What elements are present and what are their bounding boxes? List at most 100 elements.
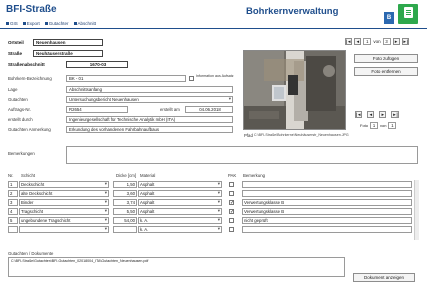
menu-bar: GIS Export Gutachter Abschnitt bbox=[6, 21, 96, 26]
info-checkbox[interactable] bbox=[189, 76, 194, 81]
photo-current-field[interactable]: 1 bbox=[370, 122, 379, 129]
pak-checkbox[interactable] bbox=[229, 191, 234, 196]
erstellt-field[interactable]: Ingenieurgesellschaft für Technische Ana… bbox=[66, 116, 233, 123]
cell-schicht[interactable]: Deckschicht bbox=[19, 181, 109, 188]
cell-dicke[interactable]: 3,74 bbox=[113, 199, 137, 206]
col-header-bemerkung: Bemerkung bbox=[243, 173, 265, 178]
cell-nr[interactable]: 5 bbox=[8, 217, 18, 224]
first-record-button[interactable]: |◄ bbox=[345, 38, 353, 45]
ortsteil-field[interactable]: Neuenhausen bbox=[33, 39, 103, 46]
excel-logo-icon bbox=[398, 4, 418, 24]
menu-label: Gutachter bbox=[48, 21, 69, 26]
cell-schicht[interactable] bbox=[19, 226, 109, 233]
cell-schicht[interactable]: Tragschicht bbox=[19, 208, 109, 215]
anmerkung-field[interactable]: Erkundung des vorhandenen Fahrbahnaufbau… bbox=[66, 126, 233, 133]
menu-label: Export bbox=[26, 21, 40, 26]
show-document-button[interactable]: Dokument anzeigen bbox=[353, 273, 415, 282]
strasse-field[interactable]: Neuhäuserstraße bbox=[33, 50, 103, 57]
pak-checkbox[interactable] bbox=[229, 182, 234, 187]
menu-item-export[interactable]: Export bbox=[22, 21, 40, 26]
cell-material[interactable]: k. A. bbox=[138, 217, 222, 224]
first-photo-button[interactable]: |◄ bbox=[355, 111, 363, 118]
cell-dicke[interactable]: 54,00 bbox=[113, 217, 137, 224]
strasse-label: Straße bbox=[8, 51, 23, 56]
prev-photo-button[interactable]: ◄ bbox=[367, 111, 375, 118]
lage-field[interactable]: Abschnittsanfang bbox=[66, 86, 233, 93]
col-header-pak: PAK bbox=[228, 173, 237, 178]
col-header-nr: Nr. bbox=[8, 173, 14, 178]
app-title: BFI-Straße bbox=[6, 4, 57, 15]
cell-schicht[interactable]: alte Deckschicht bbox=[19, 190, 109, 197]
gutachten-label: Gutachten bbox=[8, 97, 28, 102]
info-label: Information aus Aufsatz bbox=[196, 74, 234, 78]
docs-path-field[interactable]: C:\BFI-Straße\Gutachten\BFI-Gutachten_02… bbox=[8, 257, 345, 277]
of-label: von bbox=[373, 39, 381, 44]
bemerkungen-field[interactable] bbox=[66, 146, 418, 164]
module-title: Bohrkernverwaltung bbox=[246, 6, 339, 17]
cell-nr[interactable]: 3 bbox=[8, 199, 18, 206]
prev-record-button[interactable]: ◄ bbox=[354, 38, 362, 45]
abschnitt-field[interactable]: 1670-03 bbox=[66, 61, 128, 68]
cell-bemerkung[interactable]: Verwertungsklasse B bbox=[242, 199, 412, 206]
cell-dicke[interactable]: 1,50 bbox=[113, 181, 137, 188]
pak-checkbox[interactable] bbox=[229, 200, 234, 206]
cell-material[interactable]: Asphalt bbox=[138, 181, 222, 188]
pak-checkbox[interactable] bbox=[229, 227, 234, 232]
cell-bemerkung[interactable] bbox=[242, 226, 412, 233]
lage-label: Lage bbox=[8, 87, 18, 92]
cell-nr[interactable]: 1 bbox=[8, 181, 18, 188]
photo-navigation: |◄ ◄ ► ►| bbox=[355, 111, 399, 118]
cell-schicht[interactable]: Binder bbox=[19, 199, 109, 206]
photo-total-field: 1 bbox=[388, 122, 397, 129]
cell-nr[interactable]: 4 bbox=[8, 208, 18, 215]
menu-item-gis[interactable]: GIS bbox=[6, 21, 18, 26]
bfi-logo-icon: B bbox=[384, 12, 394, 24]
auftrag-field[interactable]: R2654 bbox=[66, 106, 128, 113]
erstellt-am-field[interactable]: 04.06.2018 bbox=[185, 106, 233, 113]
bezeichnung-field[interactable]: BK - 01 bbox=[66, 75, 186, 82]
cell-material[interactable]: k. A. bbox=[138, 226, 222, 233]
anmerkung-label: Gutachten Anmerkung bbox=[8, 127, 51, 132]
col-header-material: Material bbox=[140, 173, 156, 178]
table-scrollbar[interactable] bbox=[414, 180, 419, 240]
remove-photo-button[interactable]: Foto entfernen bbox=[354, 67, 418, 76]
add-photo-button[interactable]: Foto zufügen bbox=[354, 54, 418, 63]
cell-nr[interactable] bbox=[8, 226, 18, 233]
record-navigation: |◄ ◄ 1 von 3 ► ►| bbox=[345, 38, 409, 45]
last-photo-button[interactable]: ►| bbox=[391, 111, 399, 118]
gutachten-select[interactable]: Untersuchungsbericht Neuenhausen bbox=[66, 96, 233, 103]
cell-material[interactable]: Asphalt bbox=[138, 208, 222, 215]
pak-checkbox[interactable] bbox=[229, 218, 234, 223]
auftrag-label: Auftrags-Nr. bbox=[8, 107, 31, 112]
cell-bemerkung[interactable] bbox=[242, 181, 412, 188]
menu-item-abschnitt[interactable]: Abschnitt bbox=[73, 21, 97, 26]
cell-dicke[interactable]: 5,50 bbox=[113, 208, 137, 215]
cell-bemerkung[interactable]: Verwertungsklasse B bbox=[242, 208, 412, 215]
gis-icon bbox=[6, 22, 9, 25]
abschnitt-label: Straßenabschnitt bbox=[8, 62, 45, 67]
erstellt-label: erstellt durch bbox=[8, 117, 33, 122]
cell-dicke[interactable] bbox=[113, 226, 137, 233]
photo-von-label: von bbox=[380, 123, 387, 128]
photo-of-label: Foto bbox=[360, 123, 369, 128]
current-record-field[interactable]: 1 bbox=[363, 38, 372, 45]
photo-path-value: C:\BFI-Straße\Bohrkerne\Neuhäuserstr_Neu… bbox=[254, 133, 349, 137]
cell-schicht[interactable]: ungebundene Tragschicht bbox=[19, 217, 109, 224]
cell-dicke[interactable]: 3,60 bbox=[113, 190, 137, 197]
next-photo-button[interactable]: ► bbox=[379, 111, 387, 118]
cell-nr[interactable]: 2 bbox=[8, 190, 18, 197]
bohrkern-photo bbox=[243, 50, 346, 130]
pak-checkbox[interactable] bbox=[229, 209, 234, 215]
next-record-button[interactable]: ► bbox=[392, 38, 400, 45]
cell-bemerkung[interactable]: nicht geprüft bbox=[242, 217, 412, 224]
last-record-button[interactable]: ►| bbox=[401, 38, 409, 45]
bohrkern-image bbox=[244, 51, 345, 129]
menu-label: Abschnitt bbox=[77, 21, 97, 26]
cell-material[interactable]: Asphalt bbox=[138, 199, 222, 206]
menu-item-gutachter[interactable]: Gutachter bbox=[44, 21, 69, 26]
cell-bemerkung[interactable] bbox=[242, 190, 412, 197]
cell-material[interactable]: Asphalt bbox=[138, 190, 222, 197]
menu-label: GIS bbox=[10, 21, 18, 26]
abschnitt-icon bbox=[73, 22, 77, 25]
col-header-dicke: Dicke [cm] bbox=[116, 173, 137, 178]
